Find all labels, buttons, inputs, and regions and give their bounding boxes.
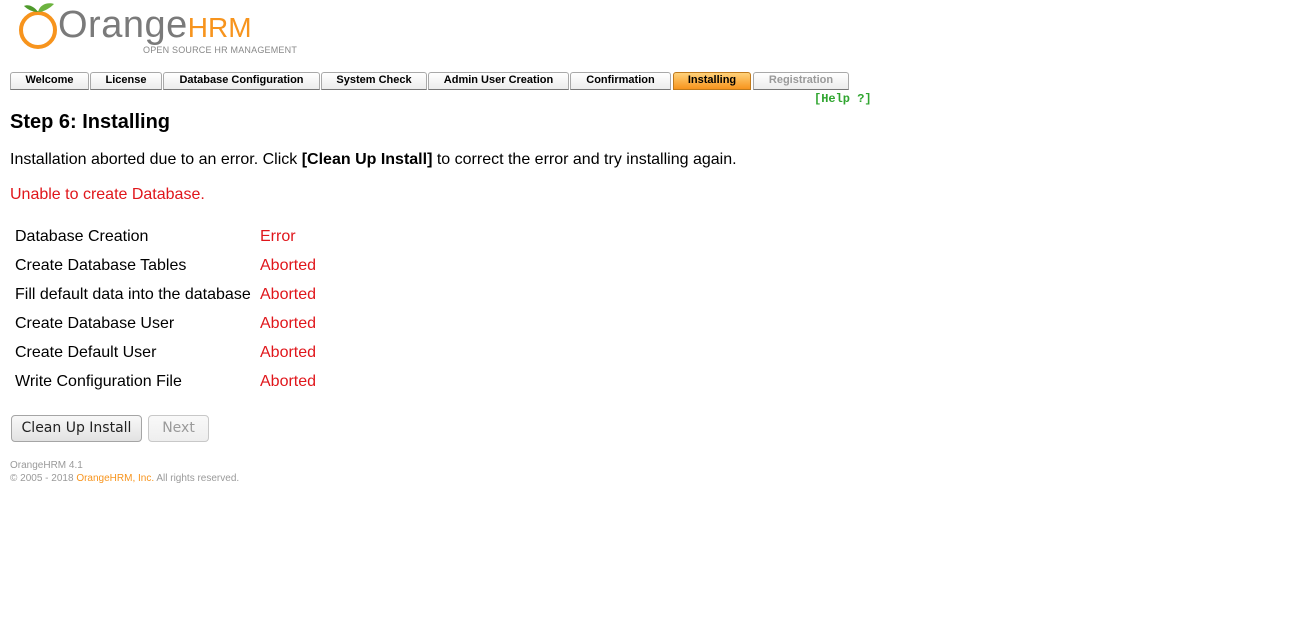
next-button: Next	[148, 415, 209, 442]
footer-copyright: © 2005 - 2018 OrangeHRM, Inc. All rights…	[10, 472, 239, 485]
table-row: Create Database User Aborted	[15, 309, 316, 338]
logo-wordmark: OrangeHRM	[58, 6, 252, 44]
task-label: Create Default User	[15, 343, 157, 361]
orangehrm-logo: OrangeHRM OPEN SOURCE HR MANAGEMENT	[18, 0, 308, 60]
task-status: Aborted	[260, 285, 317, 303]
tab-welcome[interactable]: Welcome	[10, 72, 89, 90]
footer-rights: All rights reserved.	[154, 473, 240, 484]
tab-registration: Registration	[753, 72, 849, 90]
table-row: Fill default data into the database Abor…	[15, 280, 316, 309]
tab-confirmation[interactable]: Confirmation	[570, 72, 671, 90]
task-status: Aborted	[260, 343, 317, 361]
task-status: Aborted	[260, 256, 317, 274]
table-row: Write Configuration File Aborted	[15, 367, 316, 396]
tab-system-check[interactable]: System Check	[321, 72, 427, 90]
intro-after: to correct the error and try installing …	[432, 151, 737, 168]
error-message: Unable to create Database.	[10, 186, 205, 203]
table-row: Database Creation Error	[15, 222, 316, 251]
task-label: Create Database User	[15, 314, 175, 332]
logo-tagline: OPEN SOURCE HR MANAGEMENT	[143, 45, 298, 55]
logo-word-main: Orange	[58, 4, 188, 46]
help-link[interactable]: [Help ?]	[814, 92, 872, 106]
table-row: Create Default User Aborted	[15, 338, 316, 367]
install-status-table: Database Creation Error Create Database …	[15, 222, 316, 396]
orange-fruit-icon	[19, 3, 57, 49]
page-title: Step 6: Installing	[10, 111, 171, 133]
tab-database-configuration[interactable]: Database Configuration	[163, 72, 320, 90]
clean-up-install-button[interactable]: Clean Up Install	[11, 415, 142, 442]
tab-admin-user-creation[interactable]: Admin User Creation	[428, 72, 569, 90]
task-status: Aborted	[260, 314, 317, 332]
intro-bold: [Clean Up Install]	[301, 151, 433, 168]
task-label: Fill default data into the database	[15, 285, 251, 303]
footer-copyright-prefix: © 2005 - 2018	[10, 473, 77, 484]
task-status: Aborted	[260, 372, 317, 390]
wizard-tabs: Welcome License Database Configuration S…	[10, 72, 850, 90]
intro-before: Installation aborted due to an error. Cl…	[10, 151, 302, 168]
footer: OrangeHRM 4.1 © 2005 - 2018 OrangeHRM, I…	[10, 459, 239, 485]
installer-page: OrangeHRM OPEN SOURCE HR MANAGEMENT Welc…	[0, 0, 1315, 639]
tab-installing[interactable]: Installing	[673, 72, 751, 90]
table-row: Create Database Tables Aborted	[15, 251, 316, 280]
footer-version: OrangeHRM 4.1	[10, 460, 83, 471]
intro-text: Installation aborted due to an error. Cl…	[10, 151, 737, 169]
task-label: Create Database Tables	[15, 256, 187, 274]
logo-word-accent: HRM	[187, 12, 252, 43]
tab-license[interactable]: License	[90, 72, 162, 90]
footer-company-link[interactable]: OrangeHRM, Inc.	[76, 473, 154, 484]
task-label: Database Creation	[15, 227, 149, 245]
task-label: Write Configuration File	[15, 372, 182, 390]
task-status: Error	[260, 227, 296, 245]
